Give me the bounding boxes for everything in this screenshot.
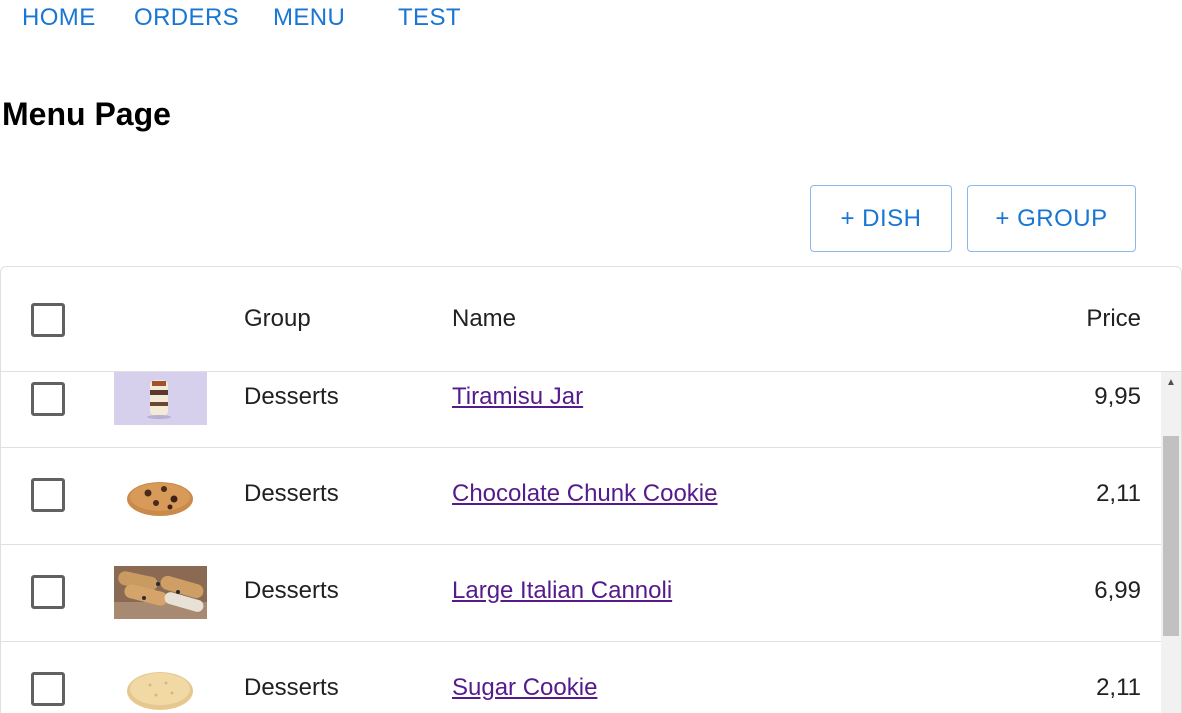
- cell-price: 2,11: [1096, 480, 1141, 507]
- dish-image: [114, 663, 207, 713]
- row-checkbox[interactable]: [31, 382, 65, 416]
- table-row[interactable]: Desserts Large Italian Cannoli 6,99: [1, 545, 1161, 642]
- cell-price: 9,95: [1094, 383, 1141, 410]
- add-group-button[interactable]: + GROUP: [967, 185, 1136, 252]
- column-header-name[interactable]: Name: [452, 305, 516, 333]
- cell-price: 2,11: [1096, 674, 1141, 701]
- table-row[interactable]: Desserts Sugar Cookie 2,11: [1, 642, 1161, 713]
- dish-name-link[interactable]: Tiramisu Jar: [452, 383, 583, 411]
- select-all-checkbox[interactable]: [31, 303, 65, 337]
- dish-name-link[interactable]: Chocolate Chunk Cookie: [452, 480, 718, 508]
- dish-name-link[interactable]: Large Italian Cannoli: [452, 577, 672, 605]
- dish-image: [114, 372, 207, 425]
- nav-home[interactable]: HOME: [22, 4, 96, 32]
- row-checkbox[interactable]: [31, 478, 65, 512]
- menu-table: Group Name Price Desserts Tiramisu Jar 9…: [0, 266, 1182, 713]
- nav-menu[interactable]: MENU: [273, 4, 345, 32]
- table-row[interactable]: Desserts Tiramisu Jar 9,95: [1, 372, 1161, 448]
- cell-group: Desserts: [244, 383, 339, 410]
- table-row[interactable]: Desserts Chocolate Chunk Cookie 2,11: [1, 448, 1161, 545]
- page-title: Menu Page: [2, 96, 171, 132]
- nav-test[interactable]: TEST: [398, 4, 461, 32]
- dish-image: [114, 469, 207, 522]
- nav-orders[interactable]: ORDERS: [134, 4, 239, 32]
- column-header-group[interactable]: Group: [244, 305, 311, 333]
- dish-name-link[interactable]: Sugar Cookie: [452, 674, 597, 702]
- table-header: Group Name Price: [1, 267, 1181, 372]
- dish-image: [114, 566, 207, 619]
- scroll-up-arrow-icon[interactable]: ▲: [1161, 372, 1181, 392]
- cell-price: 6,99: [1094, 577, 1141, 604]
- top-nav: HOME ORDERS MENU TEST: [0, 0, 600, 40]
- scrollbar-thumb[interactable]: [1163, 436, 1179, 636]
- row-checkbox[interactable]: [31, 672, 65, 706]
- cell-group: Desserts: [244, 480, 339, 507]
- column-header-price[interactable]: Price: [1086, 305, 1141, 333]
- cell-group: Desserts: [244, 577, 339, 604]
- table-body: Desserts Tiramisu Jar 9,95 Desserts Choc…: [1, 372, 1161, 713]
- table-scrollbar[interactable]: ▲: [1161, 372, 1181, 713]
- add-dish-button[interactable]: + DISH: [810, 185, 952, 252]
- cell-group: Desserts: [244, 674, 339, 701]
- row-checkbox[interactable]: [31, 575, 65, 609]
